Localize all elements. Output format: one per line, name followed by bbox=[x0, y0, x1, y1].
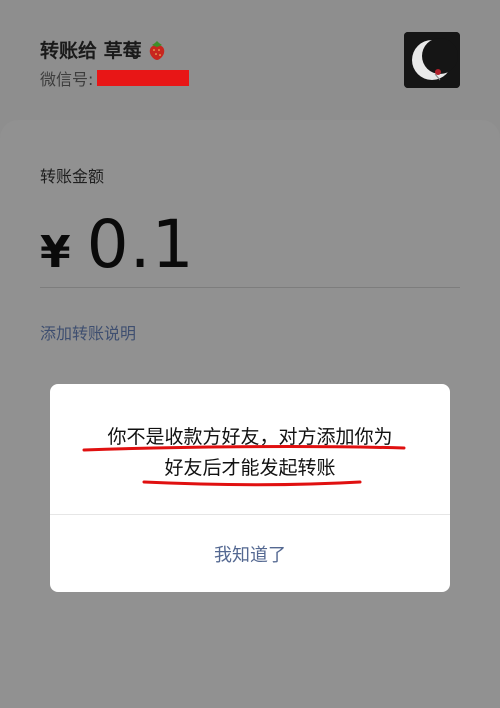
recipient-title: 转账给 草莓 bbox=[40, 36, 166, 63]
wechat-id: 微信号: bbox=[40, 66, 190, 90]
alert-dialog: 你不是收款方好友，对方添加你为 好友后才能发起转账 我知道了 bbox=[50, 384, 450, 592]
wechat-id-redaction bbox=[97, 70, 190, 86]
currency-symbol: ¥ bbox=[40, 227, 71, 278]
recipient-title-text: 转账给 草莓 bbox=[40, 40, 142, 62]
dialog-message-line-1: 你不是收款方好友，对方添加你为 bbox=[107, 426, 393, 448]
avatar[interactable] bbox=[404, 32, 460, 88]
amount-label: 转账金额 bbox=[40, 167, 105, 186]
add-transfer-note-link[interactable]: 添加转账说明 bbox=[40, 320, 136, 344]
transfer-header: 转账给 草莓 微信号: bbox=[0, 0, 500, 120]
dialog-message-line-2: 好友后才能发起转账 bbox=[164, 457, 336, 479]
wechat-id-label: 微信号: bbox=[40, 70, 94, 89]
crescent-moon-icon bbox=[404, 32, 460, 88]
amount-value: 0.1 bbox=[86, 206, 195, 283]
strawberry-icon bbox=[149, 40, 164, 60]
dialog-message: 你不是收款方好友，对方添加你为 好友后才能发起转账 bbox=[50, 422, 450, 484]
ok-button[interactable]: 我知道了 bbox=[50, 515, 450, 592]
amount-display[interactable]: ¥ 0.1 bbox=[40, 206, 195, 283]
amount-divider bbox=[40, 287, 460, 288]
